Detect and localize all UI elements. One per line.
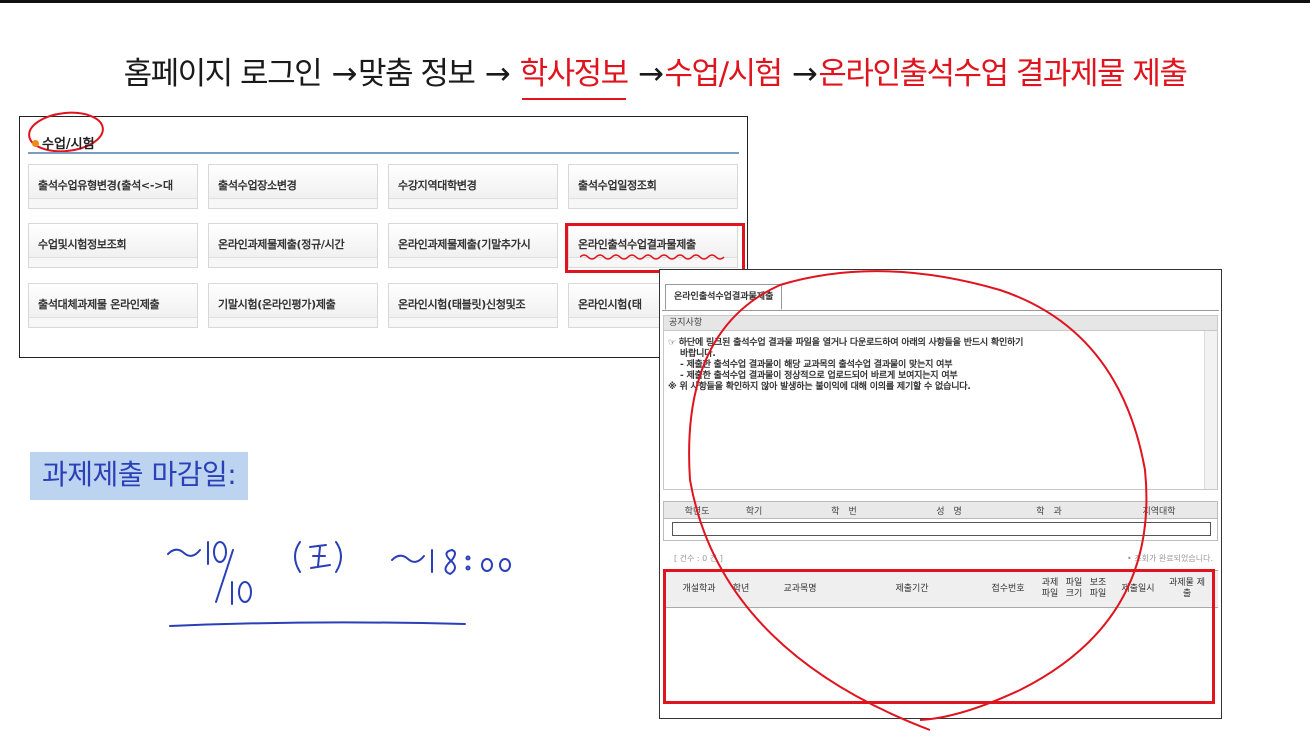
- col-department: 학 과: [1036, 507, 1062, 517]
- menu-item-attendance-place-change[interactable]: 출석수업장소변경: [208, 164, 378, 209]
- query-status: • 조회가 완료되었습니다.: [1127, 554, 1213, 563]
- tab-online-attendance-result[interactable]: 온라인출석수업결과물제출: [665, 284, 783, 310]
- col-semester: 학기: [745, 507, 763, 517]
- class-exam-menu-panel: 수업/시험 출석수업유형변경(출석<->대 출석수업장소변경 수강지역대학변경 …: [19, 111, 748, 358]
- menu-item-label: 기말시험(온라인평가)제출: [218, 298, 336, 311]
- menu-item-label: 온라인과제물제출(기말추가시: [398, 238, 531, 251]
- arrow-icon: →: [791, 56, 818, 92]
- top-border: [0, 0, 1310, 3]
- tab-bar: 온라인출석수업결과물제출: [662, 284, 1219, 311]
- path-step-online-submission: 온라인출석수업 결과제물 제출: [818, 56, 1187, 92]
- menu-item-label: 수강지역대학변경: [398, 179, 477, 192]
- menu-item-label: 온라인과제물제출(정규/시간: [218, 238, 345, 251]
- record-count: [ 건수 : 0 건 ]: [674, 554, 723, 563]
- handwritten-deadline: [167, 541, 511, 627]
- notice-header: 공지사항: [663, 315, 1218, 331]
- notice-textarea[interactable]: ☞ 하단에 링크된 출석수업 결과물 파일을 열거나 다운로드하여 아래의 사항…: [663, 330, 1218, 490]
- menu-title-text: 수업/시험: [42, 137, 95, 152]
- menu-item-label: 출석수업일정조회: [578, 179, 657, 192]
- menu-item-online-exam-tablet[interactable]: 온라인시험(태블릿)신청및조: [388, 283, 558, 328]
- path-step-login: 홈페이지 로그인: [123, 56, 323, 92]
- col-student-id: 학 번: [831, 507, 857, 517]
- online-attendance-submission-window: 온라인출석수업결과물제출 공지사항 ☞ 하단에 링크된 출석수업 결과물 파일을…: [659, 269, 1222, 719]
- col-name: 성 명: [936, 507, 962, 517]
- notice-line: ☞ 하단에 링크된 출석수업 결과물 파일을 열거나 다운로드하여 아래의 사항…: [668, 338, 1024, 348]
- arrow-icon: →: [638, 56, 664, 92]
- red-highlight-box: [565, 223, 745, 273]
- menu-item-label: 출석수업유형변경(출석<->대: [38, 179, 173, 192]
- menu-divider: [28, 152, 739, 154]
- menu-item-label: 온라인시험(태블릿)신청및조: [398, 298, 526, 311]
- notice-scrollbar[interactable]: [1204, 331, 1217, 489]
- bullet-icon: [32, 140, 39, 147]
- path-step-class-exam: 수업/시험: [664, 56, 784, 92]
- arrow-icon: →: [484, 56, 511, 92]
- menu-item-label: 출석대체과제물 온라인제출: [38, 298, 160, 311]
- menu-item-substitute-assignment[interactable]: 출석대체과제물 온라인제출: [28, 283, 198, 328]
- menu-item-attendance-type-change[interactable]: 출석수업유형변경(출석<->대: [28, 164, 198, 209]
- menu-item-final-exam-online[interactable]: 기말시험(온라인평가)제출: [208, 283, 378, 328]
- path-step-custom-info: 맞춤 정보: [357, 56, 476, 92]
- col-region: 지역대학: [1142, 507, 1176, 517]
- menu-item-online-assignment-final[interactable]: 온라인과제물제출(기말추가시: [388, 223, 558, 268]
- menu-item-label: 출석수업장소변경: [218, 179, 297, 192]
- navigation-path-headline: 홈페이지 로그인 →맞춤 정보 → 학사정보 →수업/시험 →온라인출석수업 결…: [0, 48, 1310, 93]
- red-wavy-underline: [580, 254, 725, 260]
- path-step-academic-info: 학사정보: [519, 56, 630, 92]
- student-info-table: 학년도 학기 학 번 성 명 학 과 지역대학: [663, 501, 1218, 541]
- menu-item-label: 수업및시험정보조회: [38, 238, 127, 251]
- menu-item-online-assignment-regular[interactable]: 온라인과제물제출(정규/시간: [208, 223, 378, 268]
- arrow-icon: →: [331, 56, 357, 92]
- menu-section-title: 수업/시험: [32, 133, 95, 152]
- deadline-label: 과제제출 마감일:: [30, 452, 249, 500]
- col-year: 학년도: [684, 507, 710, 517]
- menu-item-region-change[interactable]: 수강지역대학변경: [388, 164, 558, 209]
- red-highlight-result-box: [663, 569, 1215, 704]
- student-info-header: 학년도 학기 학 번 성 명 학 과 지역대학: [664, 502, 1217, 519]
- student-info-row: [672, 522, 1211, 536]
- menu-item-class-exam-info[interactable]: 수업및시험정보조회: [28, 223, 198, 268]
- menu-item-attendance-schedule[interactable]: 출석수업일정조회: [568, 164, 738, 209]
- notice-line: ※ 위 사항들을 확인하지 않아 발생하는 불이익에 대해 이의를 제기할 수 …: [668, 382, 971, 392]
